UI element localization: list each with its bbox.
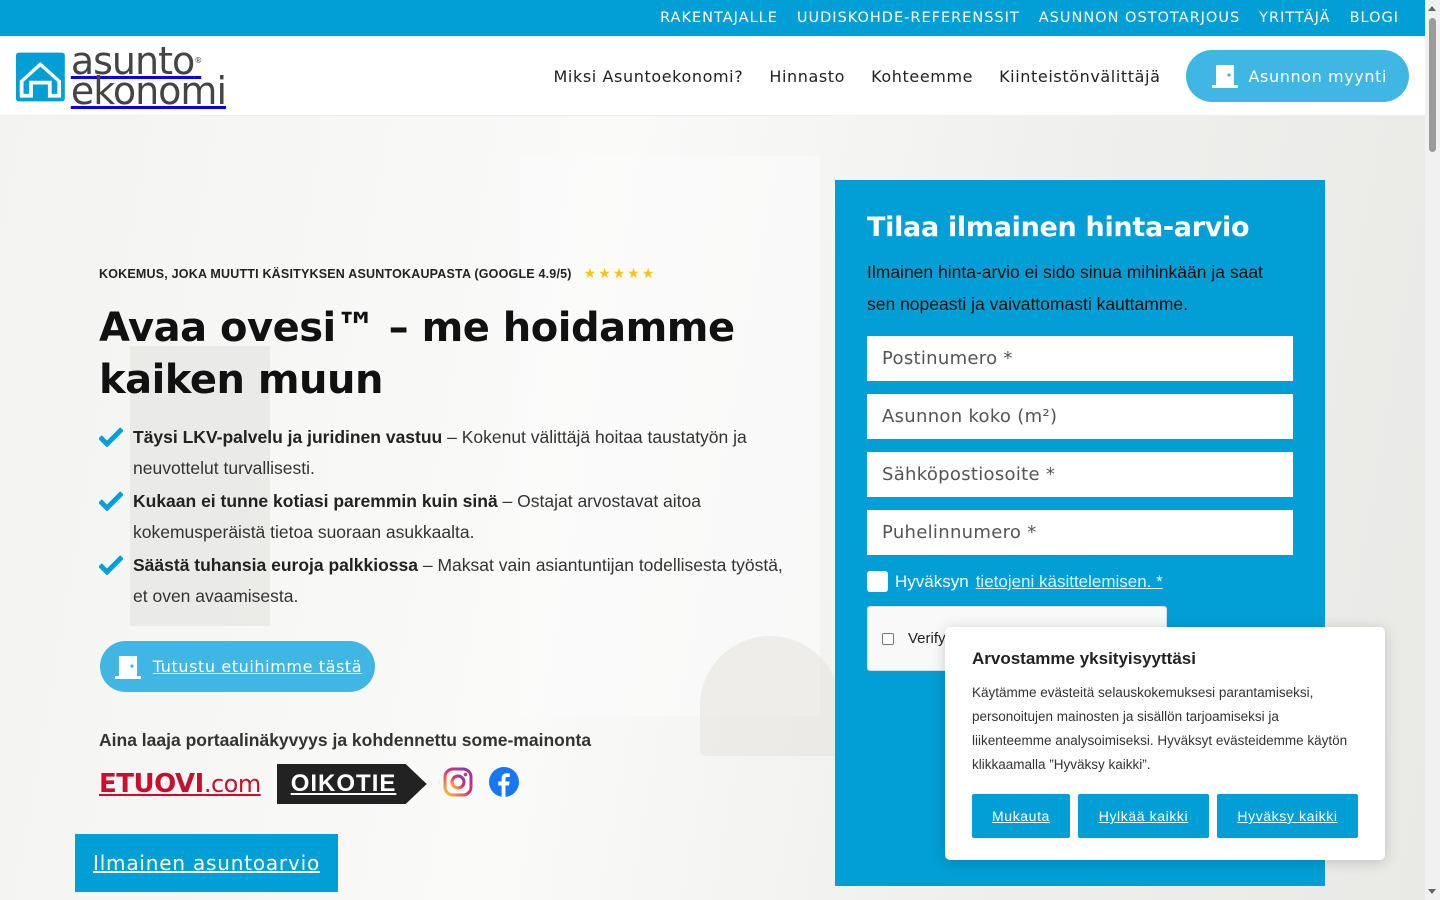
benefits-button-label: Tutustu etuihimme tästä bbox=[152, 657, 363, 676]
logo-registered: ® bbox=[194, 56, 202, 65]
etuovi-name: ETUOVI bbox=[99, 769, 204, 799]
form-title: Tilaa ilmainen hinta-arvio bbox=[867, 212, 1250, 243]
cookie-reject-button[interactable]: Hylkää kaikki bbox=[1078, 794, 1209, 838]
benefit-bold: Kukaan ei tunne kotiasi paremmin kuin si… bbox=[133, 491, 498, 511]
scroll-up-icon[interactable] bbox=[1428, 6, 1436, 11]
cookie-customize-button[interactable]: Mukauta bbox=[972, 794, 1070, 838]
cookie-buttons: Mukauta Hylkää kaikki Hyväksy kaikki bbox=[972, 794, 1358, 838]
house-logo-icon bbox=[16, 52, 65, 102]
portals-title: Aina laaja portaalinäkyvyys ja kohdennet… bbox=[99, 730, 592, 750]
hero-headline: Avaa ovesi™ – me hoidamme kaiken muun bbox=[99, 305, 735, 403]
benefit-item: Säästä tuhansia euroja palkkiossa – Maks… bbox=[98, 550, 799, 612]
nav-item-pricing[interactable]: Hinnasto bbox=[769, 67, 845, 86]
topbar-link-blog[interactable]: BLOGI bbox=[1350, 10, 1399, 26]
etuovi-logo[interactable]: ETUOVI.com bbox=[99, 769, 261, 799]
free-valuation-button[interactable]: Ilmainen asuntoarvio bbox=[75, 834, 338, 892]
topbar-link-entrepreneur[interactable]: YRITTÄJÄ bbox=[1259, 10, 1330, 26]
benefit-item: Kukaan ei tunne kotiasi paremmin kuin si… bbox=[98, 486, 799, 548]
checkmark-icon bbox=[98, 486, 133, 548]
star-rating-icon: ★★★★★ bbox=[583, 265, 657, 281]
sell-home-button[interactable]: Asunnon myynti bbox=[1186, 50, 1409, 102]
etuovi-suffix: .com bbox=[203, 770, 261, 798]
review-strip: KOKEMUS, JOKA MUUTTI KÄSITYKSEN ASUNTOKA… bbox=[99, 265, 656, 282]
phone-input[interactable] bbox=[867, 510, 1293, 555]
nav-item-agent[interactable]: Kiinteistönvälittäjä bbox=[999, 67, 1160, 86]
benefit-item: Täysi LKV-palvelu ja juridinen vastuu – … bbox=[98, 422, 799, 484]
email-input[interactable] bbox=[867, 452, 1293, 497]
door-icon bbox=[114, 655, 141, 679]
review-text: KOKEMUS, JOKA MUUTTI KÄSITYKSEN ASUNTOKA… bbox=[99, 266, 572, 281]
cookie-consent-dialog: Arvostamme yksityisyyttäsi Käytämme eväs… bbox=[945, 627, 1385, 860]
home-size-input[interactable] bbox=[867, 394, 1293, 439]
benefit-bold: Säästä tuhansia euroja palkkiossa bbox=[133, 555, 418, 575]
scrollbar-thumb[interactable] bbox=[1429, 18, 1436, 152]
benefits-button[interactable]: Tutustu etuihimme tästä bbox=[100, 641, 375, 692]
portal-logos: ETUOVI.com OIKOTIE bbox=[99, 764, 519, 804]
consent-row: Hyväksyn tietojeni käsittelemisen. * bbox=[867, 571, 1293, 592]
consent-label: Hyväksyn bbox=[895, 571, 969, 591]
consent-checkbox[interactable] bbox=[867, 571, 888, 592]
logo-line2: ekonomi bbox=[70, 69, 227, 113]
logo-wordmark: asunto® ekonomi bbox=[70, 42, 227, 113]
form-description: Ilmainen hinta-arvio ei sido sinua mihin… bbox=[867, 262, 1263, 314]
main-nav: Miksi Asuntoekonomi? Hinnasto Kohteemme … bbox=[554, 50, 1409, 102]
scroll-down-icon[interactable] bbox=[1428, 889, 1436, 894]
site-logo[interactable]: asunto® ekonomi bbox=[16, 42, 227, 113]
captcha-checkbox[interactable] bbox=[882, 632, 894, 645]
privacy-link[interactable]: tietojeni käsittelemisen. * bbox=[976, 572, 1163, 592]
benefit-bold: Täysi LKV-palvelu ja juridinen vastuu bbox=[133, 427, 443, 447]
cookie-title: Arvostamme yksityisyyttäsi bbox=[972, 649, 1196, 668]
sell-home-label: Asunnon myynti bbox=[1248, 66, 1387, 86]
page-scrollbar[interactable] bbox=[1425, 0, 1440, 900]
door-icon bbox=[1212, 65, 1239, 88]
topbar-link-references[interactable]: UUDISKOHDE-REFERENSSIT bbox=[797, 10, 1020, 26]
topbar-link-offer[interactable]: ASUNNON OSTOTARJOUS bbox=[1039, 10, 1240, 26]
topbar-link-rakentajalle[interactable]: RAKENTAJALLE bbox=[660, 10, 778, 26]
cookie-accept-button[interactable]: Hyväksy kaikki bbox=[1217, 794, 1358, 838]
captcha-label: Verify bbox=[908, 630, 946, 647]
postal-code-input[interactable] bbox=[867, 336, 1293, 381]
nav-item-listings[interactable]: Kohteemme bbox=[871, 67, 973, 86]
benefits-list: Täysi LKV-palvelu ja juridinen vastuu – … bbox=[98, 422, 799, 614]
oikotie-logo[interactable]: OIKOTIE bbox=[276, 764, 427, 804]
facebook-icon[interactable] bbox=[488, 766, 519, 802]
checkmark-icon bbox=[98, 550, 133, 612]
site-header: asunto® ekonomi Miksi Asuntoekonomi? Hin… bbox=[0, 36, 1425, 116]
instagram-icon[interactable] bbox=[443, 767, 473, 802]
top-bar: RAKENTAJALLE UUDISKOHDE-REFERENSSIT ASUN… bbox=[0, 0, 1425, 36]
nav-item-why[interactable]: Miksi Asuntoekonomi? bbox=[554, 67, 744, 86]
cookie-text: Käytämme evästeitä selauskokemuksesi par… bbox=[972, 685, 1348, 772]
checkmark-icon bbox=[98, 422, 133, 484]
